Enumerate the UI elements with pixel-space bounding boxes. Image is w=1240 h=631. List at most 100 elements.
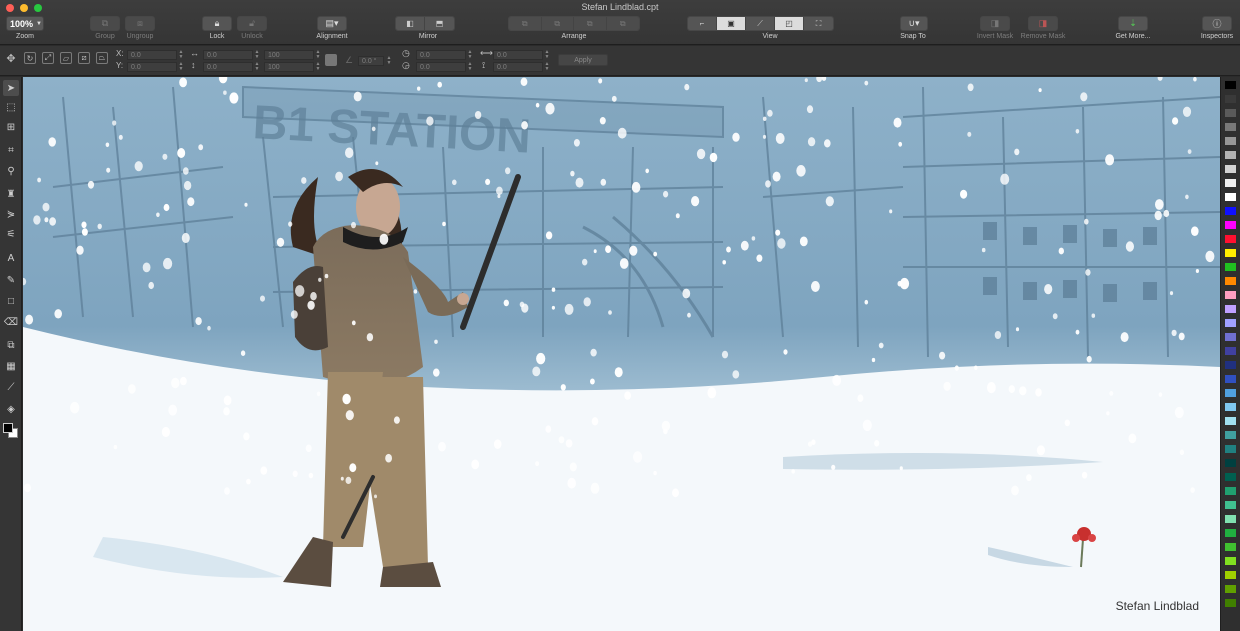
palette-swatch[interactable] <box>1225 445 1236 453</box>
height-field[interactable]: 0.0 <box>203 62 253 72</box>
view-wireframe-icon[interactable]: ⟋ <box>746 17 775 30</box>
y-field[interactable]: 0.0 <box>127 62 177 72</box>
apply-button[interactable]: Apply <box>558 54 608 66</box>
palette-swatch[interactable] <box>1225 473 1236 481</box>
alignment-popup[interactable]: ▤▾ <box>317 16 347 31</box>
scale-icon[interactable]: ⤢ <box>42 52 54 64</box>
palette-swatch[interactable] <box>1225 151 1236 159</box>
mirror-horizontal-icon[interactable]: ◧ <box>396 17 426 30</box>
palette-swatch[interactable] <box>1225 389 1236 397</box>
palette-swatch[interactable] <box>1225 81 1236 89</box>
inspectors-button[interactable]: ⓘ <box>1202 16 1232 31</box>
eyedropper-tool-icon[interactable]: ⟋ <box>3 379 19 395</box>
bring-forward-icon[interactable]: ⧉ <box>541 17 574 30</box>
magic-wand-tool-icon[interactable]: ⚟ <box>3 226 19 242</box>
scale-width-field[interactable]: 100 <box>264 50 314 60</box>
fill-stroke-swatches[interactable] <box>3 423 21 441</box>
eraser-tool-icon[interactable]: ⌫ <box>3 314 19 330</box>
constrain-proportions-toggle[interactable] <box>325 54 337 66</box>
angle-stepper[interactable]: ▲ ▼ <box>386 56 392 66</box>
distance-horizontal-field[interactable]: 0.0 <box>493 50 543 60</box>
palette-swatch[interactable] <box>1225 291 1236 299</box>
palette-swatch[interactable] <box>1225 571 1236 579</box>
distance-vertical-stepper[interactable]: ▲ ▼ <box>544 62 550 72</box>
zoom-popup[interactable]: 100% ▼ <box>6 16 44 31</box>
palette-swatch[interactable] <box>1225 347 1236 355</box>
transform-move-icon[interactable]: ✥ <box>5 52 17 65</box>
palette-swatch[interactable] <box>1225 375 1236 383</box>
palette-swatch[interactable] <box>1225 193 1236 201</box>
y-stepper[interactable]: ▲ ▼ <box>178 62 184 72</box>
palette-swatch[interactable] <box>1225 431 1236 439</box>
text-tool-icon[interactable]: A <box>3 250 19 266</box>
crop-tool-icon[interactable]: ⌗ <box>3 142 19 158</box>
distance-horizontal-stepper[interactable]: ▲ ▼ <box>544 50 550 60</box>
foreground-color-swatch[interactable] <box>3 423 13 433</box>
pointer-tool-icon[interactable]: ➤ <box>3 80 19 96</box>
scale-height-field[interactable]: 100 <box>264 62 314 72</box>
scale-width-stepper[interactable]: ▲ ▼ <box>315 50 321 60</box>
shape-tool-icon[interactable]: □ <box>3 293 19 309</box>
palette-swatch[interactable] <box>1225 305 1236 313</box>
palette-swatch[interactable] <box>1225 165 1236 173</box>
skew-vertical-field[interactable]: 0.0 <box>416 62 466 72</box>
view-guides-icon[interactable]: ◰ <box>775 17 804 30</box>
palette-swatch[interactable] <box>1225 95 1236 103</box>
palette-swatch[interactable] <box>1225 179 1236 187</box>
palette-swatch[interactable] <box>1225 515 1236 523</box>
perspective-icon[interactable]: ⏢ <box>96 52 108 64</box>
skew-icon[interactable]: ▱ <box>60 52 72 64</box>
palette-swatch[interactable] <box>1225 221 1236 229</box>
paint-bucket-tool-icon[interactable]: ◈ <box>3 401 19 417</box>
palette-swatch[interactable] <box>1225 333 1236 341</box>
palette-swatch[interactable] <box>1225 361 1236 369</box>
palette-swatch[interactable] <box>1225 557 1236 565</box>
ungroup-button[interactable]: ⧈ <box>125 16 155 31</box>
palette-swatch[interactable] <box>1225 263 1236 271</box>
pattern-tool-icon[interactable]: ▦ <box>3 358 19 374</box>
brush-tool-icon[interactable]: ♜ <box>3 186 19 202</box>
remove-mask-button[interactable]: ◨ <box>1028 16 1058 31</box>
width-stepper[interactable]: ▲ ▼ <box>254 50 260 60</box>
x-field[interactable]: 0.0 <box>127 50 177 60</box>
palette-swatch[interactable] <box>1225 249 1236 257</box>
palette-swatch[interactable] <box>1225 585 1236 593</box>
palette-swatch[interactable] <box>1225 599 1236 607</box>
height-stepper[interactable]: ▲ ▼ <box>254 62 260 72</box>
angle-field[interactable]: 0.0 ° <box>358 56 384 66</box>
rectangle-mask-tool-icon[interactable]: ⬚ <box>3 99 19 115</box>
smart-selection-tool-icon[interactable]: ⋟ <box>3 206 19 222</box>
palette-swatch[interactable] <box>1225 543 1236 551</box>
zoom-tool-icon[interactable]: ⚲ <box>3 163 19 179</box>
clone-tool-icon[interactable]: ⧉ <box>3 337 19 353</box>
distort-icon[interactable]: ⧄ <box>78 52 90 64</box>
unlock-button[interactable]: 🔓︎ <box>237 16 267 31</box>
rotate-icon[interactable]: ↻ <box>24 52 36 64</box>
palette-swatch[interactable] <box>1225 529 1236 537</box>
palette-swatch[interactable] <box>1225 501 1236 509</box>
document-canvas[interactable]: B1 STATION Stefan Lindblad <box>23 77 1220 631</box>
palette-swatch[interactable] <box>1225 123 1236 131</box>
view-page-icon[interactable]: ▣ <box>717 17 746 30</box>
pen-tool-icon[interactable]: ✎ <box>3 272 19 288</box>
skew-horizontal-field[interactable]: 0.0 <box>416 50 466 60</box>
bring-to-front-icon[interactable]: ⧉ <box>509 17 542 30</box>
lock-button[interactable]: 🔒︎ <box>202 16 232 31</box>
send-to-back-icon[interactable]: ⧉ <box>606 17 639 30</box>
mirror-vertical-icon[interactable]: ⬒ <box>425 17 454 30</box>
palette-swatch[interactable] <box>1225 137 1236 145</box>
skew-horizontal-stepper[interactable]: ▲ ▼ <box>467 50 473 60</box>
send-backward-icon[interactable]: ⧉ <box>574 17 607 30</box>
palette-swatch[interactable] <box>1225 487 1236 495</box>
palette-swatch[interactable] <box>1225 207 1236 215</box>
palette-swatch[interactable] <box>1225 319 1236 327</box>
palette-swatch[interactable] <box>1225 459 1236 467</box>
distance-vertical-field[interactable]: 0.0 <box>493 62 543 72</box>
invert-mask-button[interactable]: ◨ <box>980 16 1010 31</box>
palette-swatch[interactable] <box>1225 109 1236 117</box>
get-more-button[interactable]: ⇣ <box>1118 16 1148 31</box>
palette-swatch[interactable] <box>1225 277 1236 285</box>
view-frame-icon[interactable]: ⛶ <box>804 17 833 30</box>
palette-swatch[interactable] <box>1225 417 1236 425</box>
x-stepper[interactable]: ▲ ▼ <box>178 50 184 60</box>
